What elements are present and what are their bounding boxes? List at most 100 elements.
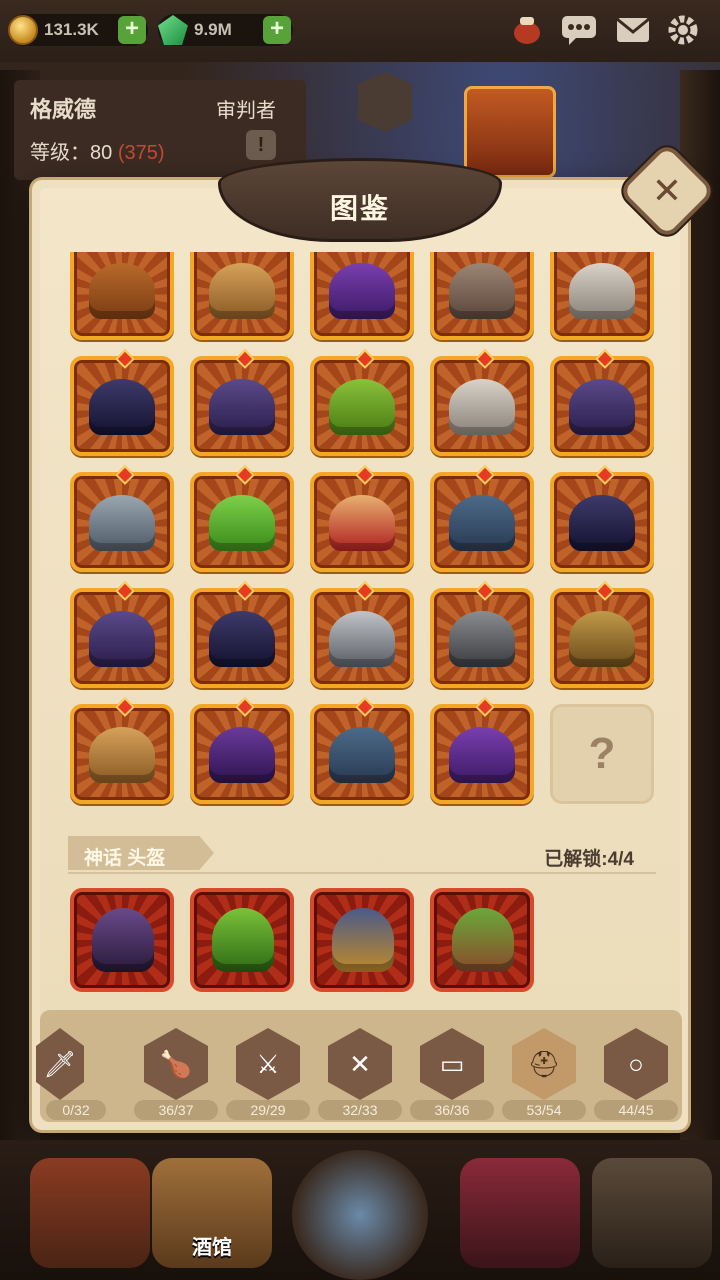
book-icon: ▭: [439, 1048, 465, 1079]
nav-forge-button[interactable]: [592, 1158, 712, 1268]
feather-hat-icon: [208, 256, 276, 326]
locked-item-slot[interactable]: ?: [550, 704, 654, 804]
skull-hood-icon: [92, 908, 154, 972]
helmet-item[interactable]: [190, 252, 294, 340]
helmet-item[interactable]: [70, 472, 174, 572]
purple-witch-hat-icon: [328, 256, 396, 326]
helmet-item[interactable]: [430, 704, 534, 804]
purple-top-hat-icon: [208, 372, 276, 442]
mythic-helmet-item[interactable]: [70, 888, 174, 992]
mythic-helmet-item[interactable]: [310, 888, 414, 992]
tab-count: 36/36: [410, 1100, 494, 1120]
leather-helmet-icon: [88, 256, 156, 326]
question-mark-icon: ?: [588, 729, 616, 778]
helmet-item[interactable]: [430, 356, 534, 456]
feather-hat-icon: [88, 720, 156, 790]
tab-count: 44/45: [594, 1100, 678, 1120]
tab-count: 36/37: [134, 1100, 218, 1120]
bronze-helmet-icon: [568, 604, 636, 674]
chat-icon[interactable]: [560, 12, 598, 48]
hero-level: 等级：80 (375): [30, 136, 165, 165]
nav-heroes-button[interactable]: [460, 1158, 580, 1268]
helmet-item[interactable]: [310, 252, 414, 340]
great-helm-icon: [448, 604, 516, 674]
purple-cowl-icon: [208, 720, 276, 790]
ring-icon: ○: [628, 1048, 644, 1079]
mythic-helmet-item[interactable]: [430, 888, 534, 992]
helmet-item[interactable]: [310, 588, 414, 688]
shield-icon: ✕: [349, 1048, 371, 1079]
hero-name: 格威德: [30, 97, 97, 122]
gold-counter: 131.3K +: [8, 14, 148, 46]
top-bar: 131.3K + 9.9M +: [0, 0, 720, 62]
add-gold-button[interactable]: +: [118, 16, 146, 44]
tab-count: 29/29: [226, 1100, 310, 1120]
helmet-item[interactable]: [70, 356, 174, 456]
close-icon[interactable]: ✕: [636, 160, 698, 222]
fur-trim-helmet-icon: [448, 488, 516, 558]
helmet-item[interactable]: [550, 588, 654, 688]
green-witch-hat-icon: [212, 908, 274, 972]
helmet-item[interactable]: [550, 356, 654, 456]
fur-trim-helmet-icon: [328, 720, 396, 790]
helmet-item[interactable]: [70, 704, 174, 804]
ruby-circlet-icon: [328, 488, 396, 558]
helmet-item[interactable]: [190, 472, 294, 572]
helmet-item[interactable]: [70, 252, 174, 340]
purple-top-hat-icon: [568, 372, 636, 442]
porcelain-mask-icon: [448, 372, 516, 442]
iron-helmet-icon: [88, 488, 156, 558]
dark-hood-icon: [208, 604, 276, 674]
hero-level-value: 等级：80: [30, 142, 113, 164]
helmet-item[interactable]: [190, 704, 294, 804]
purple-top-hat-icon: [88, 604, 156, 674]
helmet-item[interactable]: [550, 472, 654, 572]
purple-witch-hat-icon: [448, 720, 516, 790]
dark-hood-icon: [88, 372, 156, 442]
hero-level-bonus: (375): [117, 142, 165, 164]
potion-icon[interactable]: [508, 12, 546, 48]
helmet-icon: ⛑: [527, 1048, 561, 1079]
bone-mask-icon: [448, 256, 516, 326]
tab-count: 53/54: [502, 1100, 586, 1120]
helmet-item[interactable]: [70, 588, 174, 688]
helmet-item[interactable]: [310, 704, 414, 804]
mythic-helmet-item[interactable]: [190, 888, 294, 992]
dagger-icon: ⚔: [256, 1048, 280, 1079]
helmet-item[interactable]: [190, 588, 294, 688]
nav-shop-button[interactable]: [30, 1158, 150, 1268]
dialog-title: 图鉴: [329, 193, 390, 224]
equipped-helmet-slot: [464, 86, 556, 178]
helmet-grid: ?: [60, 252, 660, 812]
green-leaf-cap-icon: [208, 488, 276, 558]
nav-tavern-button[interactable]: 酒馆: [152, 1158, 272, 1268]
helmet-item[interactable]: [430, 472, 534, 572]
gem-value: 9.9M: [194, 20, 232, 39]
add-gems-button[interactable]: +: [263, 16, 291, 44]
mail-icon[interactable]: [614, 12, 652, 48]
nav-battle-button[interactable]: [292, 1150, 428, 1280]
sword-icon: 🗡: [43, 1048, 77, 1079]
helmet-item[interactable]: [430, 252, 534, 340]
dark-hood-icon: [568, 488, 636, 558]
tab-count: 32/33: [318, 1100, 402, 1120]
porcelain-mask-icon: [568, 256, 636, 326]
hero-alert-button[interactable]: !: [246, 130, 276, 160]
favorite-badge-icon: [358, 72, 412, 132]
crowned-helm-icon: [332, 908, 394, 972]
green-hood-icon: [328, 372, 396, 442]
section-label: 神话 头盔: [84, 848, 166, 869]
helmet-item[interactable]: [310, 472, 414, 572]
slime-drum-icon: [452, 908, 514, 972]
nav-tavern-label: 酒馆: [192, 1237, 232, 1259]
helmet-item[interactable]: [430, 588, 534, 688]
tab-count: 0/32: [46, 1100, 106, 1120]
knight-helmet-icon: [328, 604, 396, 674]
helmet-item[interactable]: [190, 356, 294, 456]
settings-gear-icon[interactable]: [664, 12, 702, 48]
helmet-item[interactable]: [310, 356, 414, 456]
section-divider: [68, 872, 656, 874]
hero-class: 审判者: [216, 100, 276, 122]
helmet-item[interactable]: [550, 252, 654, 340]
gold-coin-icon: [8, 15, 38, 45]
